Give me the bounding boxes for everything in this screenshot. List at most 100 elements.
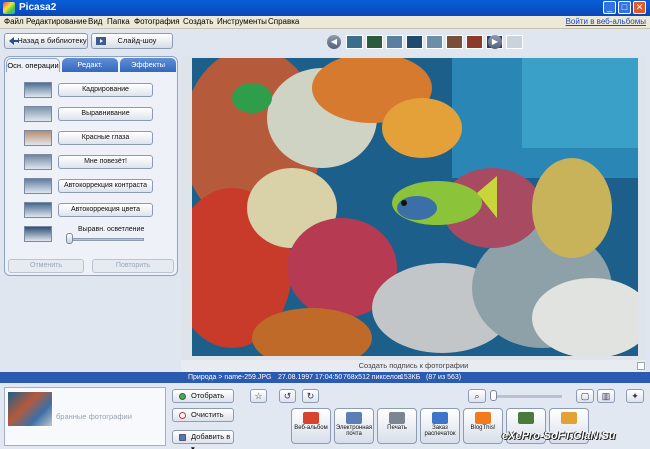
back-to-library-button[interactable]: Назад в библиотеку <box>4 33 88 49</box>
minimize-button[interactable]: _ <box>603 1 616 14</box>
close-button[interactable]: ✕ <box>633 1 646 14</box>
clear-button[interactable]: Очистить <box>172 408 234 422</box>
operation-thumbnail <box>24 202 52 218</box>
menu-help[interactable]: Справка <box>268 17 299 26</box>
menu-edit[interactable]: Редактирование <box>26 17 87 26</box>
single-view-button[interactable]: ▢ <box>576 389 594 403</box>
filmstrip-thumbnail[interactable] <box>506 35 523 49</box>
watermark: eXePro-SoFT.ClaN.Su <box>502 430 616 442</box>
operation-thumbnail <box>24 130 52 146</box>
tab-basic-fixes[interactable]: Осн. операции <box>6 58 60 72</box>
hold-label: Отобрать <box>191 391 225 400</box>
operation-button[interactable]: Выравнивание <box>58 107 153 121</box>
add-to-icon <box>179 434 186 441</box>
tool-label: Печать <box>387 425 407 431</box>
menu-bar: Файл Редактирование Вид Папка Фотография… <box>0 16 650 29</box>
filmstrip-thumbnail[interactable] <box>446 35 463 49</box>
people-button[interactable]: ✦ <box>626 389 644 403</box>
menu-picture[interactable]: Фотография <box>134 17 180 26</box>
rotate-right-button[interactable]: ↻ <box>302 389 319 403</box>
filmstrip-thumbnail[interactable] <box>386 35 403 49</box>
tool-button[interactable]: Электронная почта <box>334 408 374 444</box>
operation-thumbnail <box>24 178 52 194</box>
tool-button[interactable]: Веб-альбом <box>291 408 331 444</box>
clear-icon <box>179 412 186 419</box>
slideshow-icon <box>96 37 106 45</box>
caption-field[interactable]: Создать подпись к фотографии <box>181 360 646 372</box>
caption-right-icon[interactable] <box>637 362 645 370</box>
tool-icon <box>346 412 362 424</box>
photo-path: Природа > name-259.JPG <box>188 374 272 381</box>
tool-label: Электронная почта <box>335 425 373 437</box>
fill-light-label: Выравн. осветление <box>78 226 145 233</box>
tool-label: Заказ распечаток <box>424 425 456 437</box>
undo-button[interactable]: Отменить <box>8 259 84 273</box>
hold-icon <box>179 393 186 400</box>
main-photo[interactable] <box>192 58 638 356</box>
operation-button[interactable]: Мне повезёт! <box>58 155 153 169</box>
operation-button[interactable]: Автокоррекция цвета <box>58 203 153 217</box>
tool-button[interactable]: BlogThis! <box>463 408 503 444</box>
operation-thumbnail <box>24 82 52 98</box>
fill-light-track <box>70 238 144 241</box>
photo-dimensions: 768x512 пикселов <box>343 374 402 381</box>
back-arrow-icon <box>9 37 19 45</box>
tool-icon <box>303 412 319 424</box>
tool-icon <box>518 412 534 424</box>
photo-size: 153КБ <box>400 374 421 381</box>
next-photo-button[interactable]: ▶ <box>488 35 502 49</box>
zoom-icon: ⌕ <box>468 389 486 403</box>
tool-button[interactable]: Печать <box>377 408 417 444</box>
add-to-button[interactable]: Добавить в ▾ <box>172 430 234 449</box>
operation-thumbnail <box>24 106 52 122</box>
operation-button[interactable]: Автокоррекция контраста <box>58 179 153 193</box>
maximize-button[interactable]: □ <box>618 1 631 14</box>
previous-photo-button[interactable]: ◀ <box>327 35 341 49</box>
menu-tools[interactable]: Инструменты <box>217 17 267 26</box>
fill-light-slider[interactable] <box>66 233 73 244</box>
rotate-left-button[interactable]: ↺ <box>279 389 296 403</box>
web-albums-link[interactable]: Войти в веб-альбомы <box>566 17 646 26</box>
operation-button[interactable]: Красные глаза <box>58 131 153 145</box>
tool-icon <box>561 412 577 424</box>
zoom-slider[interactable] <box>490 390 497 401</box>
picasa-app-icon <box>3 2 15 14</box>
tool-label: BlogThis! <box>470 425 496 431</box>
redo-button[interactable]: Повторить <box>92 259 174 273</box>
filmstrip-thumbnail[interactable] <box>346 35 363 49</box>
filmstrip-thumbnail[interactable] <box>426 35 443 49</box>
clear-label: Очистить <box>191 410 224 419</box>
tool-icon <box>432 412 448 424</box>
operation-thumbnail <box>24 226 52 242</box>
tab-effects[interactable]: Эффекты <box>120 58 176 72</box>
menu-create[interactable]: Создать <box>183 17 213 26</box>
operation-thumbnail <box>24 154 52 170</box>
tool-icon <box>475 412 491 424</box>
add-to-label: Добавить в ▾ <box>191 432 231 449</box>
photo-date: 27.08.1997 17:04:50 <box>278 374 343 381</box>
filmstrip-thumbnail[interactable] <box>466 35 483 49</box>
zoom-track <box>492 395 562 398</box>
photo-count: (87 из 563) <box>426 374 462 381</box>
menu-view[interactable]: Вид <box>88 17 102 26</box>
coral-reef-image <box>192 58 638 356</box>
menu-folder[interactable]: Папка <box>107 17 130 26</box>
filmstrip-thumbnail[interactable] <box>366 35 383 49</box>
tool-label: Веб-альбом <box>294 425 328 431</box>
menu-file[interactable]: Файл <box>4 17 24 26</box>
title-bar: Picasa2 _ □ ✕ <box>0 0 650 16</box>
slideshow-button[interactable]: Слайд-шоу <box>91 33 173 49</box>
operation-button[interactable]: Кадрирование <box>58 83 153 97</box>
tray-thumbnail[interactable] <box>7 391 53 427</box>
filmstrip-thumbnail[interactable] <box>406 35 423 49</box>
tab-tuning[interactable]: Редакт. <box>62 58 118 72</box>
star-button[interactable]: ☆ <box>250 389 267 403</box>
slideshow-label: Слайд-шоу <box>117 36 157 45</box>
tray-label: бранные фотографии <box>56 412 132 421</box>
window-title: Picasa2 <box>19 2 57 13</box>
tool-icon <box>389 412 405 424</box>
hold-button[interactable]: Отобрать <box>172 389 234 403</box>
tool-button[interactable]: Заказ распечаток <box>420 408 460 444</box>
compare-view-button[interactable]: ▥ <box>597 389 615 403</box>
photo-info-bar: Природа > name-259.JPG 27.08.1997 17:04:… <box>0 372 650 383</box>
